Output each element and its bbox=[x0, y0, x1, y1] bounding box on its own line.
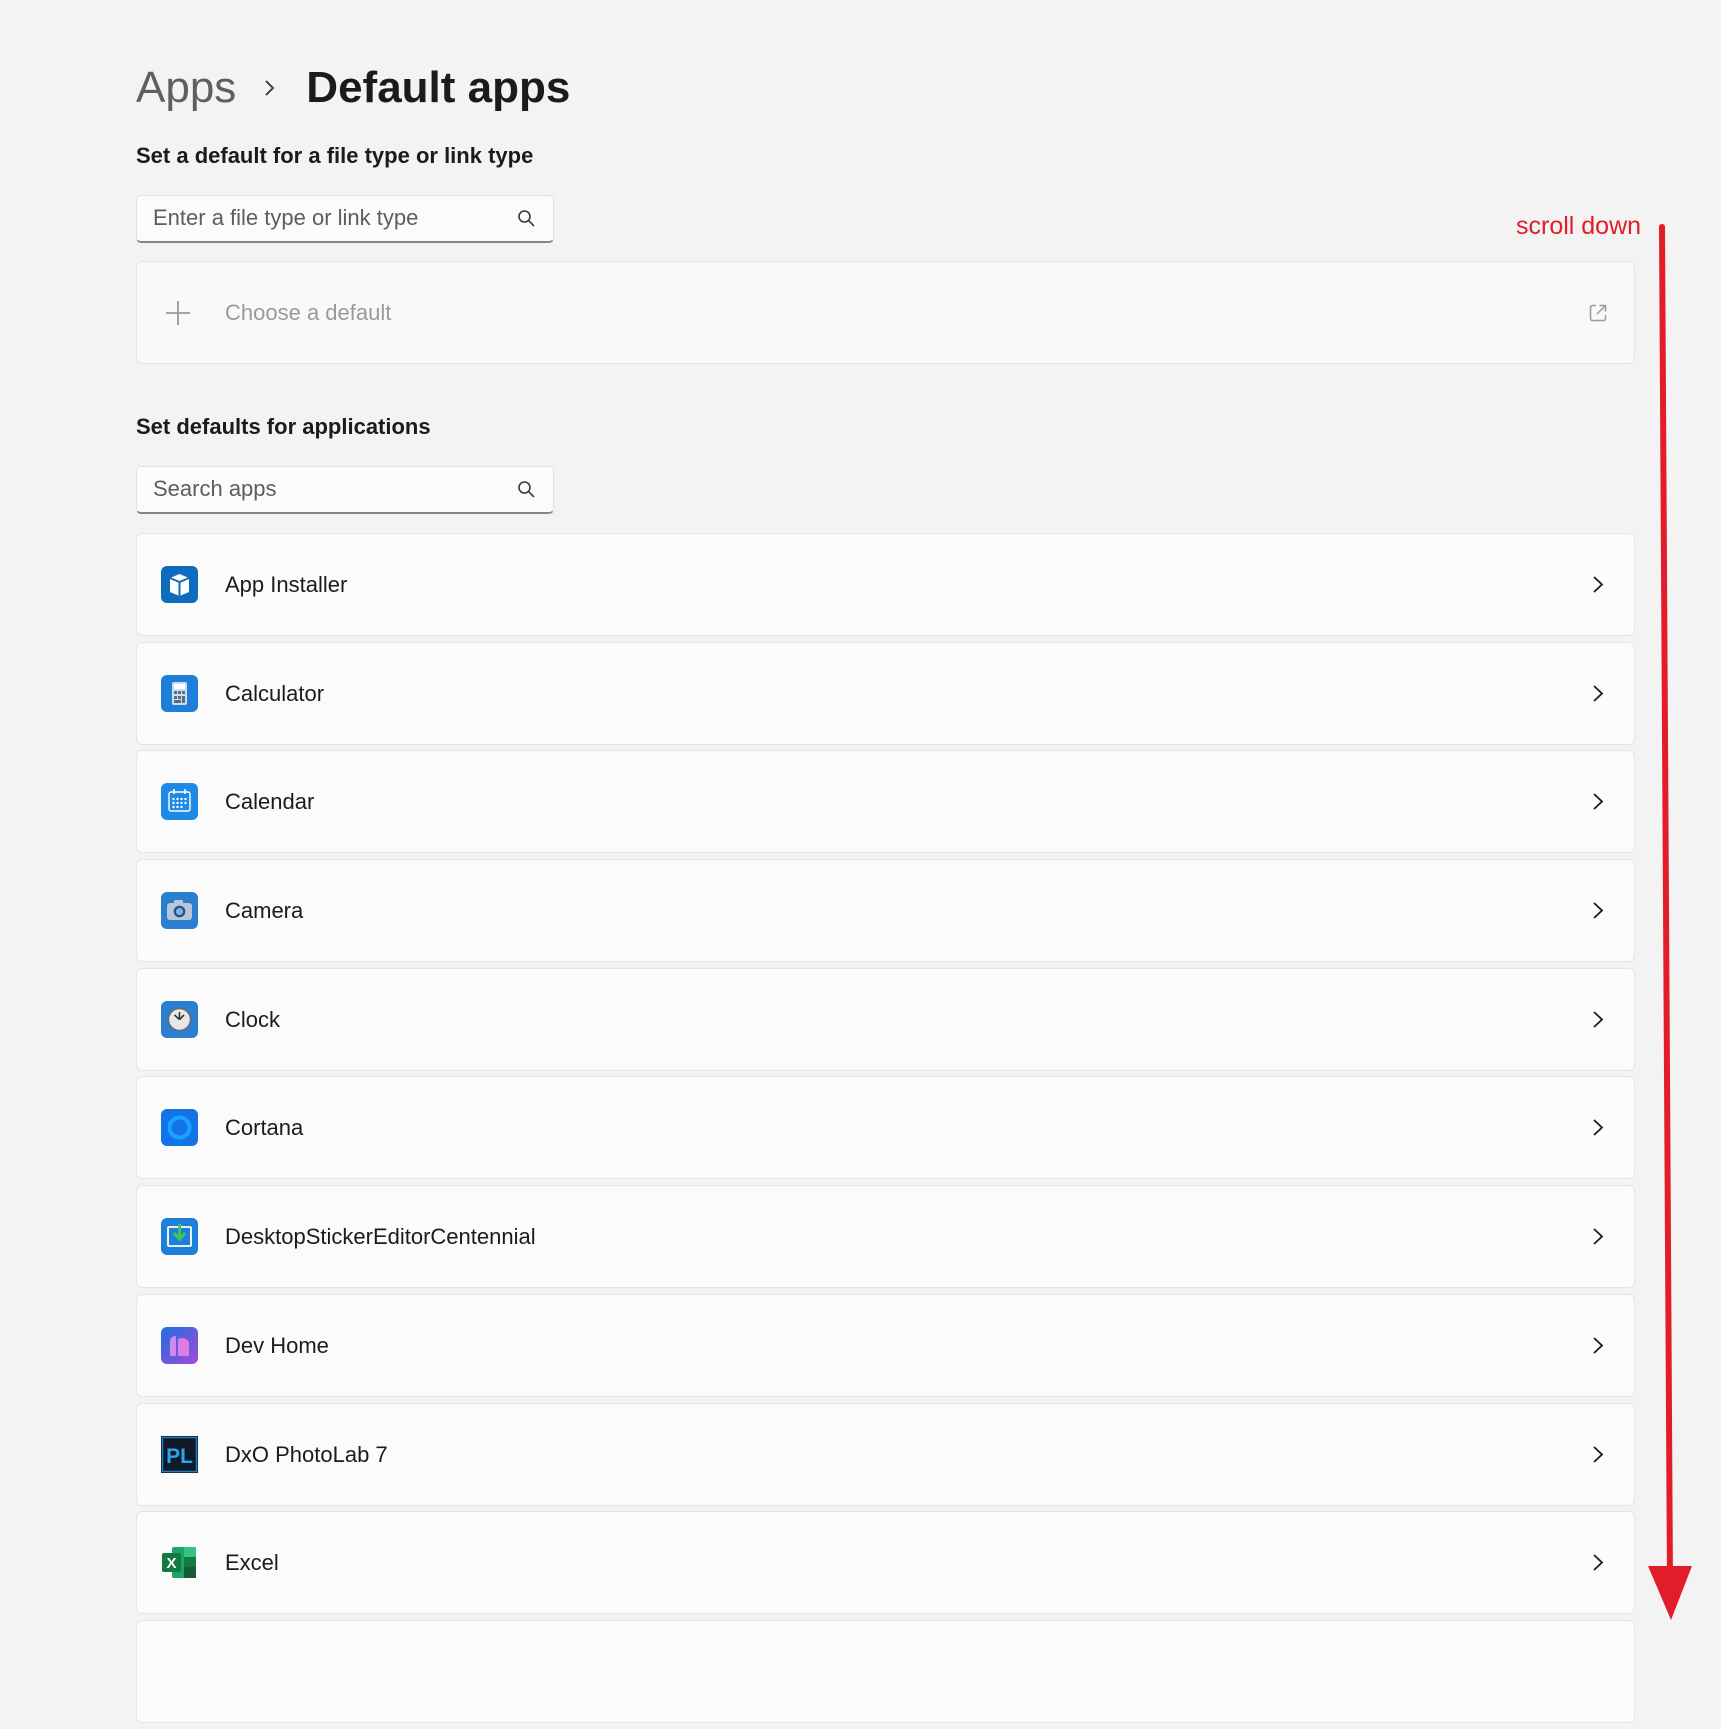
search-icon[interactable] bbox=[517, 480, 535, 498]
cortana-icon bbox=[161, 1109, 198, 1147]
app-row-excel[interactable]: X Excel bbox=[136, 1511, 1635, 1615]
page-title: Default apps bbox=[306, 63, 571, 112]
app-row-desktop-sticker-editor[interactable]: DesktopStickerEditorCentennial bbox=[136, 1185, 1635, 1289]
app-row-partial[interactable] bbox=[136, 1619, 1635, 1723]
app-row-clock[interactable]: Clock bbox=[136, 967, 1635, 1071]
dxo-photolab-icon: PL bbox=[161, 1435, 198, 1473]
breadcrumb: Apps Default apps bbox=[136, 58, 570, 118]
chevron-right-icon bbox=[1593, 1011, 1604, 1028]
app-row-cortana[interactable]: Cortana bbox=[136, 1076, 1635, 1180]
app-name: DesktopStickerEditorCentennial bbox=[225, 1224, 536, 1250]
svg-text:PL: PL bbox=[166, 1445, 193, 1468]
chevron-right-icon bbox=[1593, 1554, 1604, 1571]
desktop-sticker-editor-icon bbox=[161, 1218, 198, 1256]
chevron-right-icon bbox=[1593, 1228, 1604, 1245]
camera-icon bbox=[161, 892, 198, 930]
file-type-search-box bbox=[136, 195, 554, 243]
app-name: Excel bbox=[225, 1550, 279, 1576]
dev-home-icon bbox=[161, 1326, 198, 1364]
breadcrumb-apps-link[interactable]: Apps bbox=[136, 63, 236, 113]
app-name: Camera bbox=[225, 898, 304, 924]
app-name: DxO PhotoLab 7 bbox=[225, 1441, 388, 1467]
app-installer-icon bbox=[161, 566, 198, 603]
chevron-right-icon bbox=[1593, 793, 1604, 811]
app-row-calculator[interactable]: Calculator bbox=[136, 641, 1635, 745]
chevron-right-icon bbox=[1593, 1445, 1604, 1463]
app-name: App Installer bbox=[225, 572, 348, 597]
scroll-down-annotation: scroll down bbox=[1516, 212, 1642, 240]
choose-default-label: Choose a default bbox=[225, 300, 392, 325]
chevron-right-icon bbox=[1593, 902, 1604, 919]
applications-section-title: Set defaults for applications bbox=[136, 414, 431, 439]
search-icon[interactable] bbox=[517, 209, 535, 227]
open-external-icon bbox=[1589, 304, 1607, 322]
app-name: Dev Home bbox=[225, 1332, 329, 1358]
chevron-right-icon bbox=[1593, 576, 1604, 593]
chevron-right-icon bbox=[1593, 1337, 1604, 1354]
calendar-icon bbox=[161, 783, 198, 821]
clock-icon bbox=[161, 1000, 198, 1038]
app-name: Calculator bbox=[225, 680, 325, 706]
app-name: Cortana bbox=[225, 1115, 304, 1141]
calculator-icon bbox=[161, 674, 198, 712]
svg-text:X: X bbox=[166, 1555, 176, 1572]
app-row-dev-home[interactable]: Dev Home bbox=[136, 1293, 1635, 1397]
chevron-right-icon bbox=[1593, 1119, 1604, 1137]
chevron-right-icon bbox=[1593, 685, 1604, 702]
file-type-search-input[interactable] bbox=[137, 196, 513, 240]
apps-search-box bbox=[136, 466, 554, 514]
app-row-dxo-photolab[interactable]: PL DxO PhotoLab 7 bbox=[136, 1402, 1635, 1506]
chevron-right-icon bbox=[265, 80, 275, 96]
app-row-camera[interactable]: Camera bbox=[136, 859, 1635, 963]
arrow-down-icon bbox=[1648, 224, 1692, 1620]
file-type-section-title: Set a default for a file type or link ty… bbox=[136, 143, 534, 168]
app-row-app-installer[interactable]: App Installer bbox=[136, 533, 1635, 636]
choose-default-card: Choose a default bbox=[136, 261, 1635, 364]
app-row-calendar[interactable]: Calendar bbox=[136, 750, 1635, 854]
app-name: Calendar bbox=[225, 789, 315, 815]
app-list: App Installer Calculator Calendar Camera… bbox=[136, 533, 1635, 1729]
apps-search-input[interactable] bbox=[137, 467, 513, 511]
excel-icon: X bbox=[162, 1547, 196, 1579]
app-name: Clock bbox=[225, 1006, 281, 1032]
plus-icon bbox=[166, 301, 190, 325]
